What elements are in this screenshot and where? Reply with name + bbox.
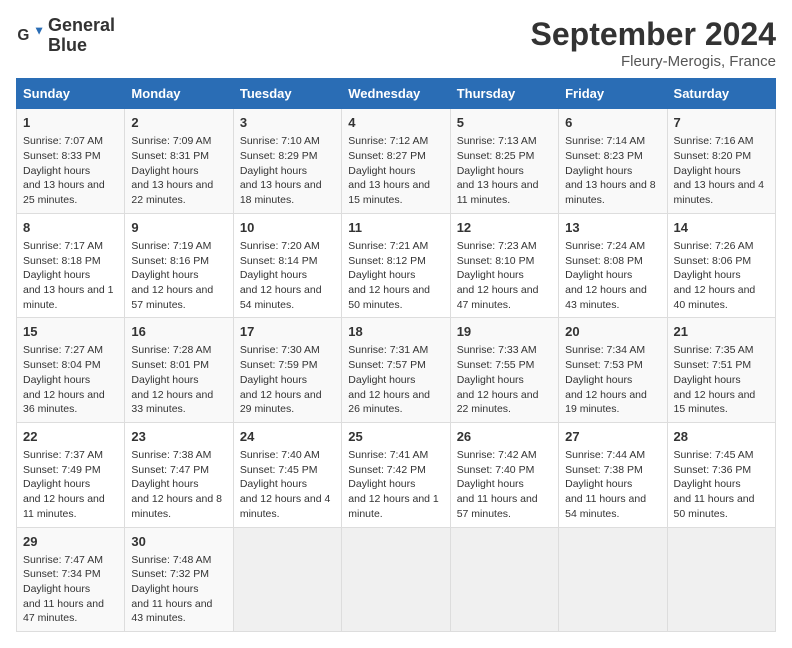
calendar-day-18: 18Sunrise: 7:31 AMSunset: 7:57 PMDayligh… (342, 318, 450, 423)
calendar-week-2: 8Sunrise: 7:17 AMSunset: 8:18 PMDaylight… (17, 213, 776, 318)
col-friday: Friday (559, 79, 667, 109)
calendar-week-4: 22Sunrise: 7:37 AMSunset: 7:49 PMDayligh… (17, 422, 776, 527)
calendar-day-23: 23Sunrise: 7:38 AMSunset: 7:47 PMDayligh… (125, 422, 233, 527)
calendar-day-22: 22Sunrise: 7:37 AMSunset: 7:49 PMDayligh… (17, 422, 125, 527)
calendar-day-19: 19Sunrise: 7:33 AMSunset: 7:55 PMDayligh… (450, 318, 558, 423)
calendar-day-7: 7Sunrise: 7:16 AMSunset: 8:20 PMDaylight… (667, 109, 775, 214)
calendar-day-26: 26Sunrise: 7:42 AMSunset: 7:40 PMDayligh… (450, 422, 558, 527)
calendar-header-row: Sunday Monday Tuesday Wednesday Thursday… (17, 79, 776, 109)
calendar-week-5: 29Sunrise: 7:47 AMSunset: 7:34 PMDayligh… (17, 527, 776, 632)
calendar-day-15: 15Sunrise: 7:27 AMSunset: 8:04 PMDayligh… (17, 318, 125, 423)
calendar-day-1: 1Sunrise: 7:07 AMSunset: 8:33 PMDaylight… (17, 109, 125, 214)
col-wednesday: Wednesday (342, 79, 450, 109)
calendar-day-28: 28Sunrise: 7:45 AMSunset: 7:36 PMDayligh… (667, 422, 775, 527)
logo: G General Blue (16, 16, 115, 56)
calendar-day-29: 29Sunrise: 7:47 AMSunset: 7:34 PMDayligh… (17, 527, 125, 632)
calendar-week-3: 15Sunrise: 7:27 AMSunset: 8:04 PMDayligh… (17, 318, 776, 423)
logo-line2: Blue (48, 36, 115, 56)
calendar-table: Sunday Monday Tuesday Wednesday Thursday… (16, 78, 776, 632)
month-title: September 2024 (531, 16, 776, 53)
col-sunday: Sunday (17, 79, 125, 109)
col-saturday: Saturday (667, 79, 775, 109)
title-block: September 2024 Fleury-Merogis, France (531, 16, 776, 70)
calendar-day-empty (342, 527, 450, 632)
calendar-day-30: 30Sunrise: 7:48 AMSunset: 7:32 PMDayligh… (125, 527, 233, 632)
logo-icon: G (16, 22, 44, 50)
calendar-day-16: 16Sunrise: 7:28 AMSunset: 8:01 PMDayligh… (125, 318, 233, 423)
calendar-day-3: 3Sunrise: 7:10 AMSunset: 8:29 PMDaylight… (233, 109, 341, 214)
calendar-day-empty (233, 527, 341, 632)
calendar-day-11: 11Sunrise: 7:21 AMSunset: 8:12 PMDayligh… (342, 213, 450, 318)
calendar-day-9: 9Sunrise: 7:19 AMSunset: 8:16 PMDaylight… (125, 213, 233, 318)
calendar-day-25: 25Sunrise: 7:41 AMSunset: 7:42 PMDayligh… (342, 422, 450, 527)
calendar-day-21: 21Sunrise: 7:35 AMSunset: 7:51 PMDayligh… (667, 318, 775, 423)
logo-line1: General (48, 16, 115, 36)
calendar-day-24: 24Sunrise: 7:40 AMSunset: 7:45 PMDayligh… (233, 422, 341, 527)
col-tuesday: Tuesday (233, 79, 341, 109)
page-header: G General Blue September 2024 Fleury-Mer… (16, 16, 776, 70)
calendar-day-5: 5Sunrise: 7:13 AMSunset: 8:25 PMDaylight… (450, 109, 558, 214)
calendar-week-1: 1Sunrise: 7:07 AMSunset: 8:33 PMDaylight… (17, 109, 776, 214)
calendar-day-8: 8Sunrise: 7:17 AMSunset: 8:18 PMDaylight… (17, 213, 125, 318)
calendar-day-14: 14Sunrise: 7:26 AMSunset: 8:06 PMDayligh… (667, 213, 775, 318)
location: Fleury-Merogis, France (531, 53, 776, 70)
calendar-day-empty (667, 527, 775, 632)
calendar-day-17: 17Sunrise: 7:30 AMSunset: 7:59 PMDayligh… (233, 318, 341, 423)
calendar-day-empty (450, 527, 558, 632)
svg-text:G: G (17, 27, 29, 44)
calendar-day-10: 10Sunrise: 7:20 AMSunset: 8:14 PMDayligh… (233, 213, 341, 318)
calendar-day-4: 4Sunrise: 7:12 AMSunset: 8:27 PMDaylight… (342, 109, 450, 214)
calendar-day-13: 13Sunrise: 7:24 AMSunset: 8:08 PMDayligh… (559, 213, 667, 318)
calendar-day-empty (559, 527, 667, 632)
col-thursday: Thursday (450, 79, 558, 109)
calendar-day-2: 2Sunrise: 7:09 AMSunset: 8:31 PMDaylight… (125, 109, 233, 214)
calendar-day-27: 27Sunrise: 7:44 AMSunset: 7:38 PMDayligh… (559, 422, 667, 527)
col-monday: Monday (125, 79, 233, 109)
calendar-day-6: 6Sunrise: 7:14 AMSunset: 8:23 PMDaylight… (559, 109, 667, 214)
calendar-day-12: 12Sunrise: 7:23 AMSunset: 8:10 PMDayligh… (450, 213, 558, 318)
calendar-day-20: 20Sunrise: 7:34 AMSunset: 7:53 PMDayligh… (559, 318, 667, 423)
logo-text: General Blue (48, 16, 115, 56)
